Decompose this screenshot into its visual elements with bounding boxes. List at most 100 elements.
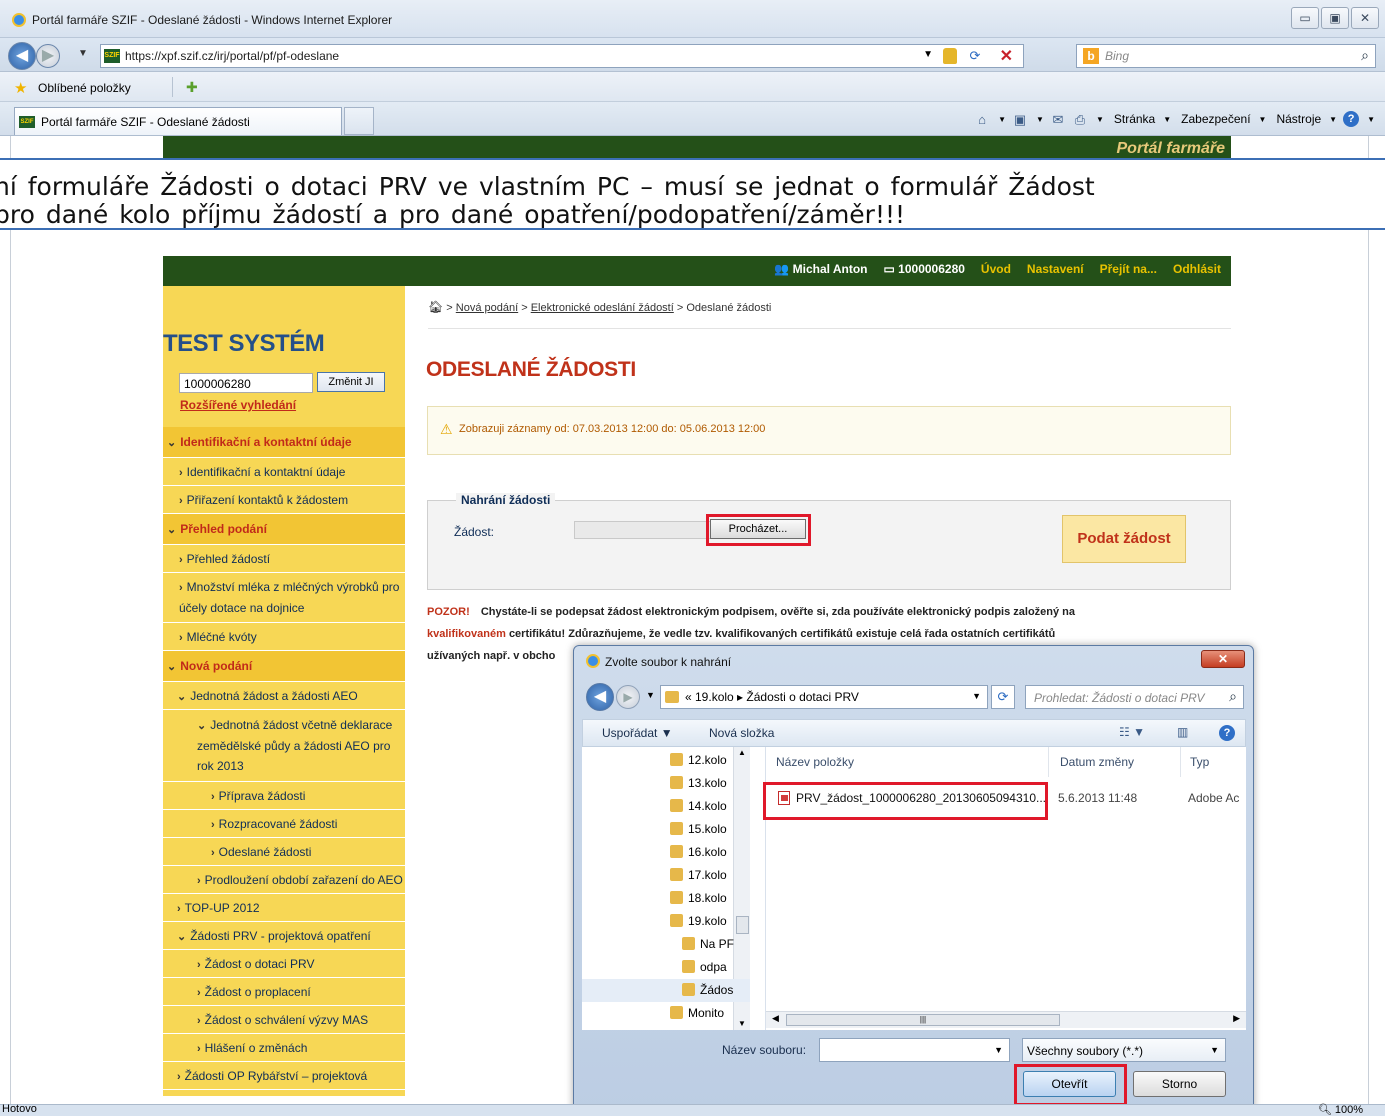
sidebar-item[interactable]: ⌄ Jednotná žádost včetně deklarace zemědě… xyxy=(163,710,405,782)
address-bar[interactable]: SZIF https://xpf.szif.cz/irj/portal/pf/p… xyxy=(100,44,1024,68)
search-placeholder[interactable]: Bing xyxy=(1105,49,1129,63)
column-name[interactable]: Název položky xyxy=(776,755,854,769)
folder-path-bar[interactable]: « 19.kolo ▸ Žádosti o dotaci PRV ▼ xyxy=(660,685,988,709)
filetype-value[interactable]: Všechny soubory (*.*) xyxy=(1027,1044,1143,1058)
nav-goto[interactable]: Přejít na... xyxy=(1100,262,1157,276)
mail-icon[interactable]: ✉ xyxy=(1050,112,1066,127)
folder-path[interactable]: « 19.kolo ▸ Žádosti o dotaci PRV xyxy=(685,690,859,704)
sidebar-item[interactable]: › Příprava žádosti xyxy=(163,782,405,810)
sidebar-item[interactable]: ⌄ Jednotná žádost a žádosti AEO xyxy=(163,682,405,710)
dialog-help-icon[interactable]: ? xyxy=(1219,725,1235,741)
close-button[interactable]: ✕ xyxy=(1351,7,1379,29)
zoom-level[interactable]: 🔍︎ 100% xyxy=(1318,1103,1363,1116)
tree-folder[interactable]: 18.kolo xyxy=(582,887,750,910)
print-icon[interactable]: ⎙ xyxy=(1072,112,1088,127)
file-path-input[interactable] xyxy=(574,521,714,539)
sidebar-item[interactable]: › Identifikační a kontaktní údaje xyxy=(163,458,405,486)
sidebar-item[interactable]: › Žádosti OP Rybářství – projektová xyxy=(163,1062,405,1090)
open-button[interactable]: Otevřít xyxy=(1023,1071,1116,1097)
sidebar-item[interactable]: ⌄ Žádosti PRV - projektová opatření xyxy=(163,922,405,950)
tree-folder[interactable]: 17.kolo xyxy=(582,864,750,887)
tree-folder[interactable]: 19.kolo xyxy=(582,910,750,933)
tab-active[interactable]: SZIF Portál farmáře SZIF - Odeslané žádo… xyxy=(14,107,342,135)
maximize-button[interactable]: ▣ xyxy=(1321,7,1349,29)
dialog-back-button[interactable]: ◀ xyxy=(586,683,614,711)
submit-button[interactable]: Podat žádost xyxy=(1062,515,1186,563)
sidebar-item[interactable]: ⌄ Nová podání xyxy=(163,651,405,682)
address-url[interactable]: https://xpf.szif.cz/irj/portal/pf/pf-ode… xyxy=(125,49,339,63)
address-dropdown-icon[interactable]: ▼ xyxy=(923,49,933,60)
add-favorite-icon[interactable]: ✚ xyxy=(186,79,198,96)
file-name[interactable]: PRV_žádost_1000006280_20130605094310... xyxy=(796,791,1046,805)
filename-dropdown-icon[interactable]: ▼ xyxy=(994,1045,1003,1055)
column-date[interactable]: Datum změny xyxy=(1060,755,1134,769)
sidebar-item[interactable]: › TOP-UP 2012 xyxy=(163,894,405,922)
help-icon[interactable]: ? xyxy=(1343,111,1360,127)
organize-menu[interactable]: Uspořádat ▼ xyxy=(602,726,673,740)
tree-folder[interactable]: 14.kolo xyxy=(582,795,750,818)
dialog-close-button[interactable]: ✕ xyxy=(1201,650,1245,668)
home-icon[interactable]: ⌂ xyxy=(974,112,990,127)
sidebar-item[interactable]: › Mléčné kvóty xyxy=(163,623,405,651)
dialog-forward-button[interactable]: ▶ xyxy=(616,685,640,709)
tree-folder[interactable]: Na PF xyxy=(582,933,750,956)
sidebar-item[interactable]: › Žádost o dotaci PRV xyxy=(163,950,405,978)
tools-menu[interactable]: Nástroje xyxy=(1276,112,1321,126)
tree-folder[interactable]: 12.kolo xyxy=(582,749,750,772)
minimize-button[interactable]: ▭ xyxy=(1291,7,1319,29)
dialog-search-icon[interactable]: ⌕ xyxy=(1229,688,1237,705)
entity-id-input[interactable]: 1000006280 xyxy=(179,373,313,393)
preview-pane-icon[interactable]: ▥ xyxy=(1177,725,1188,739)
sidebar-item[interactable]: › Žádost o proplacení xyxy=(163,978,405,1006)
page-menu[interactable]: Stránka xyxy=(1114,112,1155,126)
dialog-history-dropdown-icon[interactable]: ▼ xyxy=(646,690,655,700)
breadcrumb-link-electronic[interactable]: Elektronické odeslání žádostí xyxy=(531,302,674,314)
new-folder-button[interactable]: Nová složka xyxy=(709,726,774,740)
sidebar-item[interactable]: › Přiřazení kontaktů k žádostem xyxy=(163,486,405,514)
dialog-refresh-icon[interactable]: ⟳ xyxy=(991,685,1015,709)
path-dropdown-icon[interactable]: ▼ xyxy=(972,691,981,701)
pdf-file-icon[interactable] xyxy=(778,791,790,805)
security-menu[interactable]: Zabezpečení xyxy=(1181,112,1250,126)
nav-home[interactable]: Úvod xyxy=(981,262,1011,276)
sidebar-item[interactable]: › Hlášení o změnách xyxy=(163,1034,405,1062)
lock-icon[interactable] xyxy=(943,48,957,64)
filetype-dropdown-icon[interactable]: ▼ xyxy=(1210,1045,1219,1055)
dialog-search-box[interactable]: Prohledat: Žádosti o dotaci PRV ⌕ xyxy=(1025,685,1244,709)
sidebar-item[interactable]: ⌄ Přehled podání xyxy=(163,514,405,545)
nav-logout[interactable]: Odhlásit xyxy=(1173,262,1221,276)
list-horizontal-scrollbar[interactable]: ◀ ||| ▶ xyxy=(766,1011,1246,1028)
column-type[interactable]: Typ xyxy=(1190,755,1209,769)
favorites-button[interactable]: Oblíbené položky xyxy=(38,81,131,95)
browse-button[interactable]: Procházet... xyxy=(710,519,806,539)
sidebar-item[interactable]: › Přehled žádostí xyxy=(163,545,405,573)
breadcrumb-link-new[interactable]: Nová podání xyxy=(456,302,518,314)
sidebar-item[interactable]: › Prodloužení období zařazení do AEO xyxy=(163,866,405,894)
tree-folder[interactable]: odpa xyxy=(582,956,750,979)
forward-button[interactable]: ▶ xyxy=(36,44,60,68)
refresh-icon[interactable]: ⟳ xyxy=(965,48,985,64)
sidebar-item[interactable]: › Žádost o schválení výzvy MAS xyxy=(163,1006,405,1034)
back-button[interactable]: ◀ xyxy=(8,42,36,70)
nav-settings[interactable]: Nastavení xyxy=(1027,262,1084,276)
tab-label[interactable]: Portál farmáře SZIF - Odeslané žádosti xyxy=(41,115,250,129)
sidebar-item[interactable]: › Odeslané žádosti xyxy=(163,838,405,866)
tree-folder[interactable]: 15.kolo xyxy=(582,818,750,841)
advanced-search-link[interactable]: Rozšířené vyhledání xyxy=(180,398,296,412)
new-tab-button[interactable] xyxy=(344,107,374,135)
sidebar-item[interactable]: › Rozpracované žádosti xyxy=(163,810,405,838)
sidebar-item[interactable]: › Množství mléka z mléčných výrobků pro ú… xyxy=(163,573,405,623)
change-entity-button[interactable]: Změnit JI xyxy=(317,372,385,392)
tree-folder[interactable]: 13.kolo xyxy=(582,772,750,795)
filename-input[interactable]: ▼ xyxy=(819,1038,1010,1062)
tree-folder[interactable]: 16.kolo xyxy=(582,841,750,864)
cancel-button[interactable]: Storno xyxy=(1133,1071,1226,1097)
home-icon[interactable]: 🏠︎ xyxy=(428,300,443,314)
search-box[interactable]: b Bing ⌕ xyxy=(1076,44,1376,68)
search-icon[interactable]: ⌕ xyxy=(1361,47,1369,64)
tree-folder[interactable]: Monito xyxy=(582,1002,750,1025)
dialog-search-placeholder[interactable]: Prohledat: Žádosti o dotaci PRV xyxy=(1034,691,1205,705)
view-options-icon[interactable]: ☷ ▼ xyxy=(1119,725,1145,739)
favorites-star-icon[interactable]: ★ xyxy=(14,79,27,97)
history-dropdown-icon[interactable]: ▼ xyxy=(78,48,88,59)
